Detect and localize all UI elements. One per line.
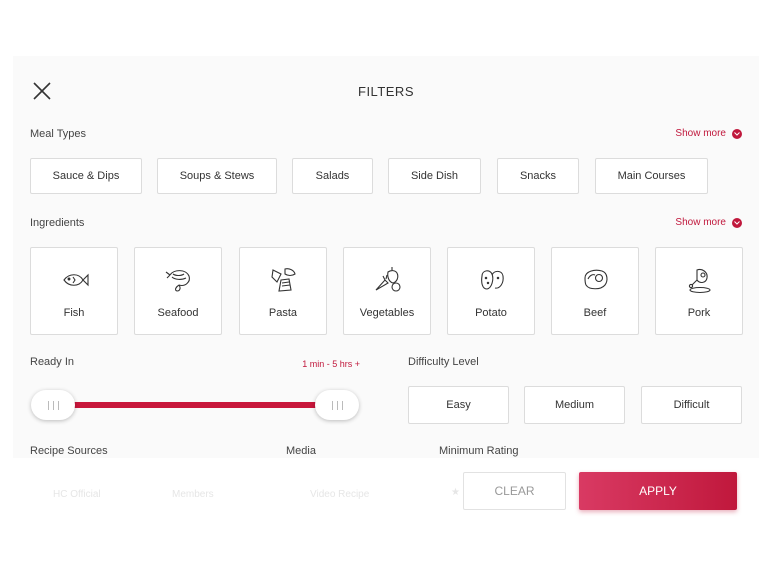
difficulty-difficult-button[interactable]: Difficult (641, 386, 742, 424)
ready-in-max-handle[interactable] (315, 390, 359, 420)
pasta-icon (271, 268, 296, 292)
meal-type-main-courses[interactable]: Main Courses (595, 158, 708, 194)
ready-in-min-handle[interactable] (31, 390, 75, 420)
ready-in-label: Ready In (30, 356, 75, 368)
ingredient-label: Beef (583, 307, 607, 319)
steak-icon (584, 269, 608, 290)
media-option[interactable]: Video Recipe (310, 489, 369, 500)
ready-in-range-text: 1 min - 5 hrs + (302, 359, 360, 369)
difficulty-label: Difficulty Level (408, 356, 479, 368)
recipe-source-option[interactable]: Members (172, 489, 214, 500)
meal-types-label: Meal Types (30, 128, 87, 140)
meal-type-salads[interactable]: Salads (292, 158, 373, 194)
ingredient-fish[interactable]: Fish (30, 247, 118, 335)
ingredient-pork[interactable]: Pork (655, 247, 743, 335)
ingredient-potato[interactable]: Potato (447, 247, 535, 335)
shrimp-icon (165, 270, 190, 292)
ingredient-label: Fish (63, 307, 85, 319)
recipe-source-option[interactable]: HC Official (53, 489, 101, 500)
ingredient-label: Pork (687, 307, 711, 319)
meal-type-soups-stews[interactable]: Soups & Stews (157, 158, 277, 194)
ingredient-label: Potato (475, 307, 507, 319)
ingredients-label: Ingredients (30, 217, 85, 229)
minimum-rating-label: Minimum Rating (439, 445, 519, 457)
page-title: FILTERS (358, 84, 414, 99)
potato-icon (481, 270, 504, 290)
apply-button[interactable]: APPLY (579, 472, 737, 510)
meal-type-side-dish[interactable]: Side Dish (388, 158, 481, 194)
recipe-sources-label: Recipe Sources (30, 445, 108, 457)
ingredient-seafood[interactable]: Seafood (134, 247, 222, 335)
ingredients-show-more[interactable]: Show more (675, 217, 742, 228)
filters-panel: FILTERS Meal Types Show more Sauce & Dip… (13, 56, 759, 518)
difficulty-medium-button[interactable]: Medium (524, 386, 625, 424)
ingredient-label: Seafood (157, 307, 199, 319)
ingredient-label: Vegetables (359, 307, 415, 319)
ham-icon (688, 268, 711, 294)
meal-types-show-more[interactable]: Show more (675, 128, 742, 139)
media-label: Media (286, 445, 316, 457)
show-more-label: Show more (675, 217, 726, 228)
chevron-down-icon (732, 217, 742, 228)
ingredient-pasta[interactable]: Pasta (239, 247, 327, 335)
ingredient-label: Pasta (268, 307, 298, 319)
ready-in-slider-track[interactable] (63, 402, 333, 408)
meal-type-snacks[interactable]: Snacks (497, 158, 579, 194)
fish-icon (63, 273, 89, 287)
ingredient-beef[interactable]: Beef (551, 247, 639, 335)
show-more-label: Show more (675, 128, 726, 139)
star-icon[interactable]: ★ (451, 487, 460, 498)
ingredient-vegetables[interactable]: Vegetables (343, 247, 431, 335)
vegetables-icon (375, 267, 401, 292)
difficulty-easy-button[interactable]: Easy (408, 386, 509, 424)
meal-type-sauce-dips[interactable]: Sauce & Dips (30, 158, 142, 194)
clear-button[interactable]: CLEAR (463, 472, 566, 510)
chevron-down-icon (732, 128, 742, 139)
